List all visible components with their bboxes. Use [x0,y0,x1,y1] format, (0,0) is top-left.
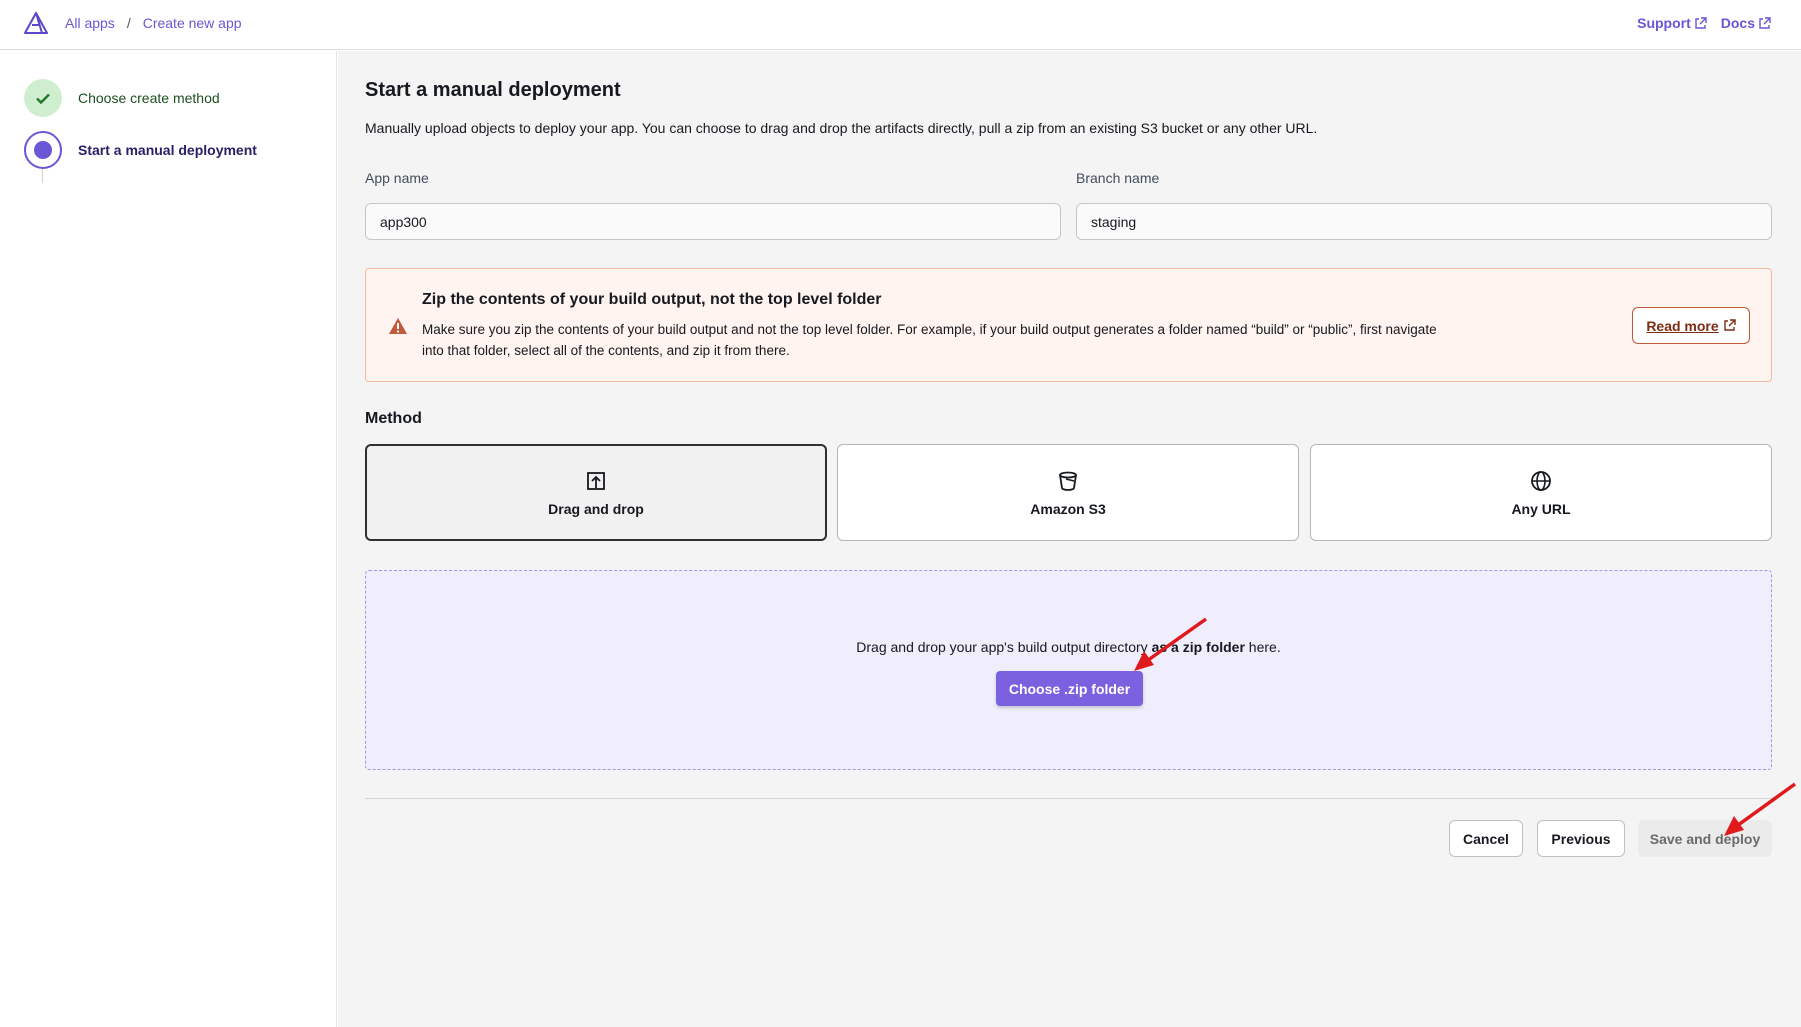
dropzone-instructions: Drag and drop your app's build output di… [856,639,1281,655]
zip-warning-alert: Zip the contents of your build output, n… [365,268,1772,382]
bucket-icon [1059,471,1077,491]
breadcrumb: All apps / Create new app [65,15,242,31]
support-link[interactable]: Support [1637,15,1707,31]
branch-name-input[interactable] [1076,203,1772,240]
amplify-logo-icon[interactable] [24,12,48,34]
step-choose-create-method[interactable]: Choose create method [24,79,220,117]
top-bar: All apps / Create new app Support Docs [0,0,1801,50]
breadcrumb-separator: / [126,15,131,31]
step-start-manual-deployment: Start a manual deployment [24,131,257,169]
breadcrumb-create-new-app[interactable]: Create new app [143,15,242,31]
branch-name-label: Branch name [1076,170,1160,186]
step-complete-indicator [24,79,62,117]
read-more-label: Read more [1646,317,1719,334]
docs-link[interactable]: Docs [1721,15,1771,31]
top-links: Support Docs [1637,15,1771,31]
main-content: Start a manual deployment Manually uploa… [338,51,1801,1027]
method-any-url[interactable]: Any URL [1310,444,1772,541]
method-label-text: Drag and drop [548,500,644,517]
page-title: Start a manual deployment [365,79,621,101]
globe-icon [1531,470,1551,491]
method-drag-and-drop[interactable]: Drag and drop [365,444,827,541]
cancel-button[interactable]: Cancel [1449,820,1523,857]
external-link-icon [1695,16,1707,29]
alert-body: Make sure you zip the contents of your b… [422,322,1437,358]
step-label: Start a manual deployment [78,142,257,158]
step-label: Choose create method [78,90,220,106]
checkmark-icon [36,93,50,105]
save-and-deploy-button[interactable]: Save and deploy [1638,820,1772,857]
file-dropzone[interactable]: Drag and drop your app's build output di… [365,570,1772,770]
method-label-text: Any URL [1511,500,1571,517]
warning-icon [389,318,407,334]
breadcrumb-all-apps[interactable]: All apps [65,15,115,31]
app-name-label: App name [365,170,429,186]
step-connector [42,167,43,183]
method-label-text: Amazon S3 [1030,500,1106,517]
step-current-indicator [24,131,62,169]
choose-zip-folder-button[interactable]: Choose .zip folder [996,671,1143,706]
docs-link-label: Docs [1720,15,1755,31]
wizard-steps-sidebar: Choose create method Start a manual depl… [0,51,337,1027]
support-link-label: Support [1637,15,1691,31]
method-amazon-s3[interactable]: Amazon S3 [837,444,1299,541]
previous-button[interactable]: Previous [1537,820,1625,857]
method-label: Method [365,410,422,427]
footer-divider [365,798,1772,799]
upload-icon [587,471,605,490]
read-more-button[interactable]: Read more [1632,307,1750,344]
external-link-icon [1723,319,1736,331]
page-description: Manually upload objects to deploy your a… [365,120,1318,136]
app-name-input[interactable] [365,203,1061,240]
external-link-icon [1759,16,1771,29]
alert-title: Zip the contents of your build output, n… [422,291,882,308]
